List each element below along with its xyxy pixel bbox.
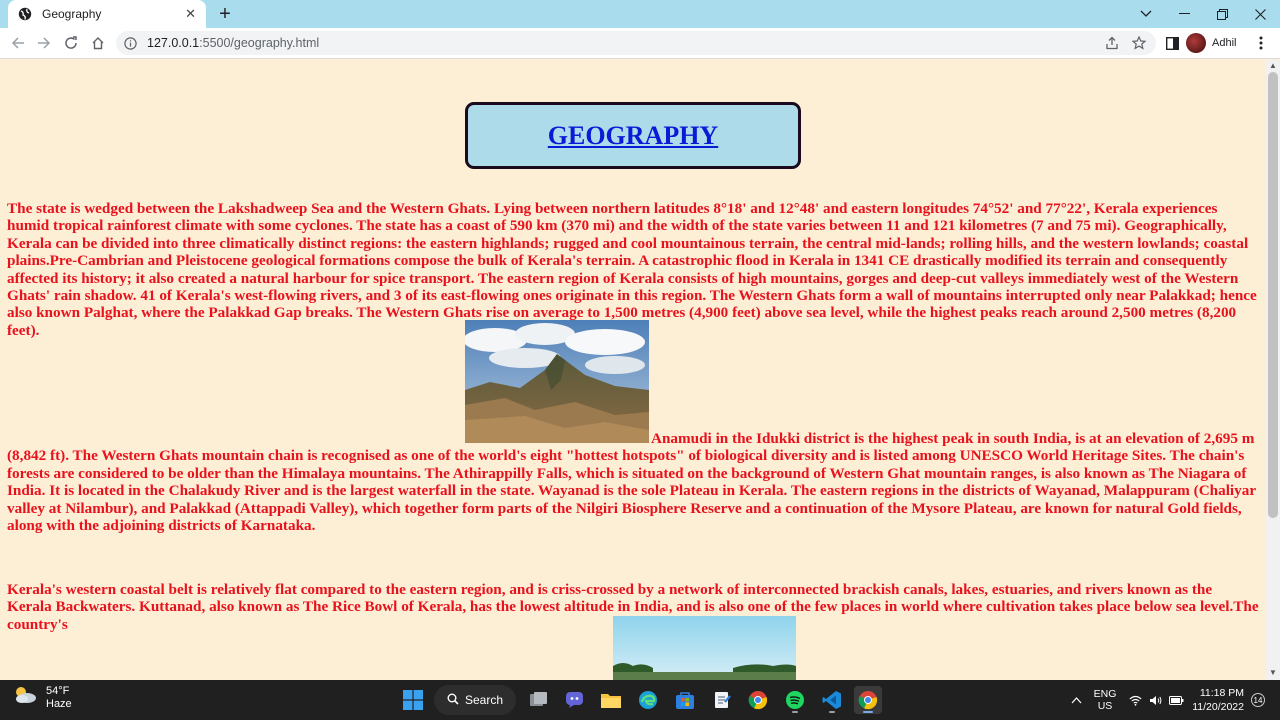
scroll-down-arrow-icon[interactable]: ▼ — [1269, 669, 1277, 677]
back-arrow-icon[interactable] — [7, 32, 29, 54]
microsoft-store-icon[interactable] — [671, 686, 699, 714]
paragraph-1: The state is wedged between the Lakshadw… — [7, 200, 1257, 339]
page-scrollbar[interactable]: ▲ ▼ — [1266, 60, 1280, 680]
page-viewport: GEOGRAPHY The state is wedged between th… — [0, 60, 1266, 680]
profile-button[interactable]: Adhil — [1186, 31, 1236, 55]
site-info-icon[interactable] — [124, 36, 137, 50]
heading-box: GEOGRAPHY — [465, 102, 801, 169]
haze-weather-icon — [12, 684, 38, 711]
notepad-icon[interactable] — [708, 686, 736, 714]
tab-search-chevron-icon[interactable] — [1127, 0, 1165, 28]
windows-taskbar: 54°F Haze Search ENG US 11:18 PM 11/20/2… — [0, 680, 1280, 720]
teams-chat-icon[interactable] — [561, 686, 589, 714]
notification-badge[interactable]: 14 — [1251, 693, 1265, 707]
weather-description: Haze — [46, 697, 72, 710]
battery-icon[interactable] — [1168, 680, 1184, 720]
restore-button[interactable] — [1203, 0, 1241, 28]
language-indicator[interactable]: ENG US — [1093, 680, 1117, 720]
tab-title: Geography — [42, 7, 102, 21]
active-indicator — [863, 711, 873, 713]
paragraph-2: Anamudi in the Idukki district is the hi… — [7, 320, 1259, 534]
scroll-up-arrow-icon[interactable]: ▲ — [1269, 62, 1277, 70]
minimize-button[interactable] — [1165, 0, 1203, 28]
weather-widget[interactable]: 54°F Haze — [12, 684, 72, 711]
file-explorer-icon[interactable] — [597, 686, 625, 714]
task-view-icon[interactable] — [525, 686, 553, 714]
taskbar-search-button[interactable]: Search — [434, 685, 516, 715]
show-hidden-icons-chevron-icon[interactable] — [1068, 680, 1084, 720]
url-host: 127.0.0.1 — [147, 36, 200, 50]
profile-name: Adhil — [1212, 37, 1237, 49]
chrome-icon[interactable] — [744, 686, 772, 714]
system-clock[interactable]: 11:18 PM 11/20/2022 — [1190, 686, 1244, 714]
chrome-active-icon[interactable] — [854, 686, 882, 714]
language-code: ENG — [1093, 688, 1117, 700]
home-icon[interactable] — [87, 32, 109, 54]
reload-icon[interactable] — [60, 32, 82, 54]
new-tab-button[interactable]: + — [214, 3, 236, 25]
avatar — [1186, 33, 1206, 53]
edge-browser-icon[interactable] — [634, 686, 662, 714]
scrollbar-thumb[interactable] — [1268, 72, 1278, 518]
clock-time: 11:18 PM — [1199, 687, 1244, 699]
running-indicator — [829, 711, 835, 713]
share-icon[interactable] — [1103, 32, 1121, 54]
search-icon — [447, 693, 459, 708]
tab-geography[interactable]: Geography ✕ — [8, 0, 206, 28]
backwaters-image — [613, 616, 796, 680]
browser-toolbar: 127.0.0.1:5500/geography.html Adhil — [0, 28, 1280, 59]
vscode-icon[interactable] — [818, 686, 846, 714]
page-title-link[interactable]: GEOGRAPHY — [548, 121, 718, 151]
bookmark-star-icon[interactable] — [1130, 32, 1148, 54]
address-bar[interactable]: 127.0.0.1:5500/geography.html — [116, 31, 1156, 55]
spotify-icon[interactable] — [781, 686, 809, 714]
paragraph-2-text: Anamudi in the Idukki district is the hi… — [7, 430, 1256, 535]
volume-icon[interactable] — [1148, 680, 1162, 720]
close-tab-icon[interactable]: ✕ — [185, 6, 196, 22]
running-indicator — [792, 711, 798, 713]
mountain-image — [465, 320, 649, 443]
wifi-icon[interactable] — [1128, 680, 1142, 720]
search-label: Search — [464, 693, 504, 707]
temperature: 54°F — [46, 684, 70, 697]
forward-arrow-icon[interactable] — [33, 32, 55, 54]
clock-date: 11/20/2022 — [1192, 701, 1244, 713]
region-code: US — [1097, 700, 1113, 712]
side-panel-icon[interactable] — [1163, 32, 1181, 54]
close-window-button[interactable] — [1241, 0, 1279, 28]
windows-start-icon[interactable] — [399, 686, 427, 714]
kebab-menu-icon[interactable] — [1252, 32, 1270, 54]
url-path: :5500/geography.html — [199, 36, 320, 50]
tab-strip: Geography ✕ + — [0, 0, 1280, 28]
globe-icon — [18, 7, 32, 21]
